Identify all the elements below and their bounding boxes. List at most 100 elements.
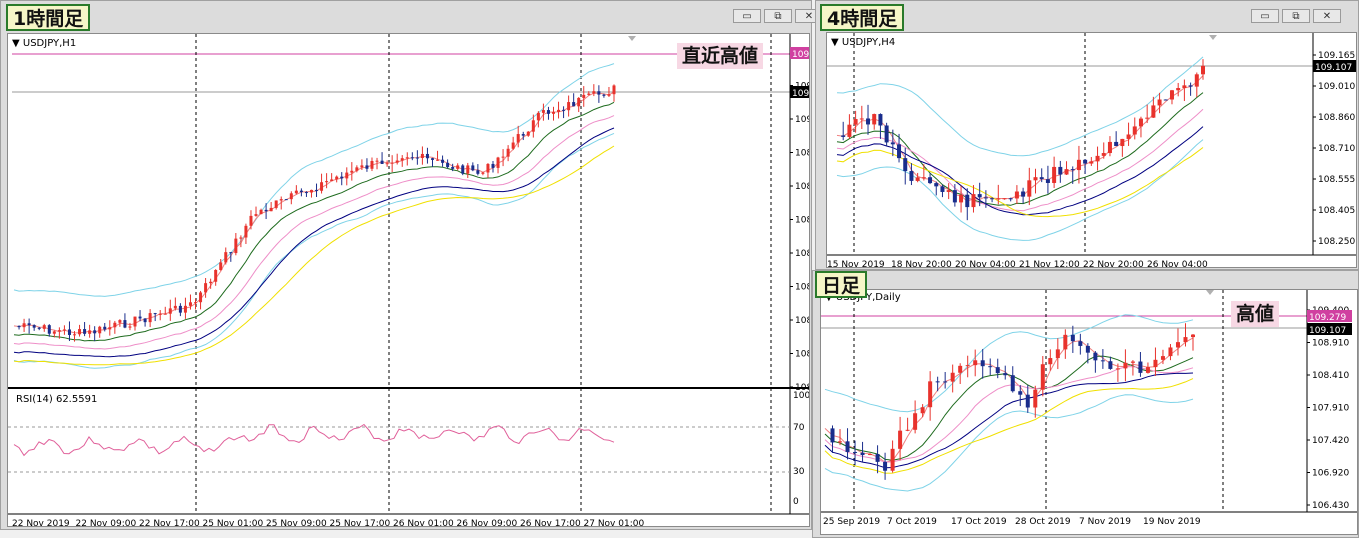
price-tick-label: 108.250 <box>1318 237 1355 247</box>
price-tick-label: 108.9 <box>795 149 810 159</box>
h1-chart-window[interactable]: 1時間足 ▭ ⧉ ✕ 109.195109.1109.0108.9108.910… <box>0 0 823 530</box>
candle-body <box>1048 358 1053 365</box>
candle-body <box>1063 334 1068 350</box>
candle-body <box>952 190 957 203</box>
candle-body <box>1076 159 1081 171</box>
candle-body <box>1183 337 1188 343</box>
candle-body <box>830 428 835 443</box>
candle-body <box>123 320 127 328</box>
candle-body <box>415 157 419 159</box>
restore-button[interactable]: ⧉ <box>1282 9 1310 23</box>
time-tick-label: 15 Nov 2019 <box>827 260 885 268</box>
h1-window-title: 1時間足 <box>6 4 91 31</box>
candle-body <box>928 381 933 408</box>
candle-body <box>950 372 955 382</box>
rsi-line <box>13 423 615 457</box>
moving-average-line <box>836 92 1204 206</box>
candle-body <box>229 252 233 254</box>
candle-body <box>541 110 545 113</box>
chart-shift-marker-icon <box>628 36 636 41</box>
candle-body <box>531 120 535 132</box>
candle-body <box>98 326 102 334</box>
rsi-level-label: 0 <box>793 497 799 507</box>
minimize-button[interactable]: ▭ <box>1251 9 1279 23</box>
candle-body <box>859 118 864 120</box>
candle-body <box>128 326 132 328</box>
price-tick-label: 109.165 <box>1318 51 1355 61</box>
candle-body <box>965 194 970 208</box>
candle-body <box>920 407 925 414</box>
candle-body <box>204 283 208 293</box>
bollinger-lower-line <box>13 132 615 369</box>
candle-body <box>309 189 313 193</box>
h1-price-chart[interactable]: 109.195109.1109.0108.9108.9108.8108.7108… <box>8 34 810 527</box>
candle-body <box>73 334 77 336</box>
dropdown-arrow-icon[interactable]: ▼ <box>831 37 839 48</box>
candle-body <box>582 94 586 98</box>
daily-chart-window[interactable]: 109.400108.910108.410107.910107.420106.9… <box>812 270 1359 538</box>
recent-high-callout: 直近高値 <box>677 43 764 69</box>
candle-body <box>446 162 450 168</box>
candle-body <box>1014 191 1019 199</box>
candle-body <box>577 97 581 107</box>
restore-button[interactable]: ⧉ <box>764 9 792 23</box>
h4-chart-area[interactable]: 109.165 109.010 108.860 108.710 108.555 108.4… <box>826 32 1357 268</box>
candle-body <box>988 366 993 368</box>
candle-body <box>903 158 908 172</box>
candle-body <box>234 238 238 254</box>
candle-body <box>335 176 339 180</box>
candle-body <box>1010 375 1015 392</box>
candle-body <box>866 118 871 125</box>
candle-body <box>973 360 978 366</box>
candle-body <box>1194 74 1199 87</box>
candle-body <box>22 323 26 328</box>
price-tick-label: 108.555 <box>1318 175 1355 185</box>
moving-average-line <box>824 355 1194 461</box>
price-tick-label: 108.860 <box>1318 113 1355 123</box>
moving-average-line <box>824 337 1194 463</box>
candle-body <box>365 165 369 169</box>
candle-body <box>380 160 384 164</box>
dropdown-arrow-icon[interactable]: ▼ <box>12 38 20 49</box>
candle-body <box>971 194 976 208</box>
time-tick-label: 25 Nov 09:00 <box>266 519 327 527</box>
candle-body <box>1025 394 1030 408</box>
candle-body <box>289 193 293 200</box>
candle-body <box>1093 352 1098 361</box>
candle-body <box>838 441 843 443</box>
candle-body <box>57 330 61 332</box>
rsi-level-label: 70 <box>793 423 805 433</box>
close-button[interactable]: ✕ <box>1313 9 1341 23</box>
candle-body <box>1115 368 1120 370</box>
candle-body <box>897 144 902 159</box>
moving-average-line <box>824 372 1194 469</box>
candle-body <box>1191 334 1195 338</box>
h4-symbol-label: ▼ USDJPY,H4 <box>831 37 896 48</box>
candle-body <box>103 326 107 330</box>
candle-body <box>451 167 455 169</box>
candle-body <box>325 181 329 183</box>
minimize-button[interactable]: ▭ <box>733 9 761 23</box>
price-tick-label: 106.430 <box>1312 501 1349 511</box>
moving-average-line <box>13 145 615 366</box>
h1-chart-area[interactable]: 109.195109.1109.0108.9108.9108.8108.7108… <box>7 33 810 527</box>
candle-body <box>572 102 576 107</box>
candle-body <box>915 177 920 181</box>
candle-body <box>875 454 880 462</box>
price-tick-label: 108.405 <box>1318 206 1355 216</box>
candle-body <box>1058 166 1063 175</box>
candle-body <box>990 198 995 200</box>
candle-body <box>883 461 888 471</box>
price-tick-label: 106.920 <box>1312 469 1349 479</box>
h4-price-chart[interactable]: 109.165 109.010 108.860 108.710 108.555 108.4… <box>827 33 1357 268</box>
current-price-tag-label: 109.107 <box>1309 326 1346 336</box>
candle-body <box>320 182 324 191</box>
moving-average-line <box>836 75 1204 202</box>
candle-body <box>138 316 142 319</box>
candle-body <box>481 172 485 174</box>
candle-body <box>959 194 964 203</box>
h4-chart-window[interactable]: 4時間足 ▭ ⧉ ✕ 109.165 109.010 108.860 108.710 1… <box>815 0 1359 270</box>
candle-body <box>928 177 933 184</box>
candle-body <box>1145 367 1150 373</box>
candle-body <box>612 85 616 95</box>
